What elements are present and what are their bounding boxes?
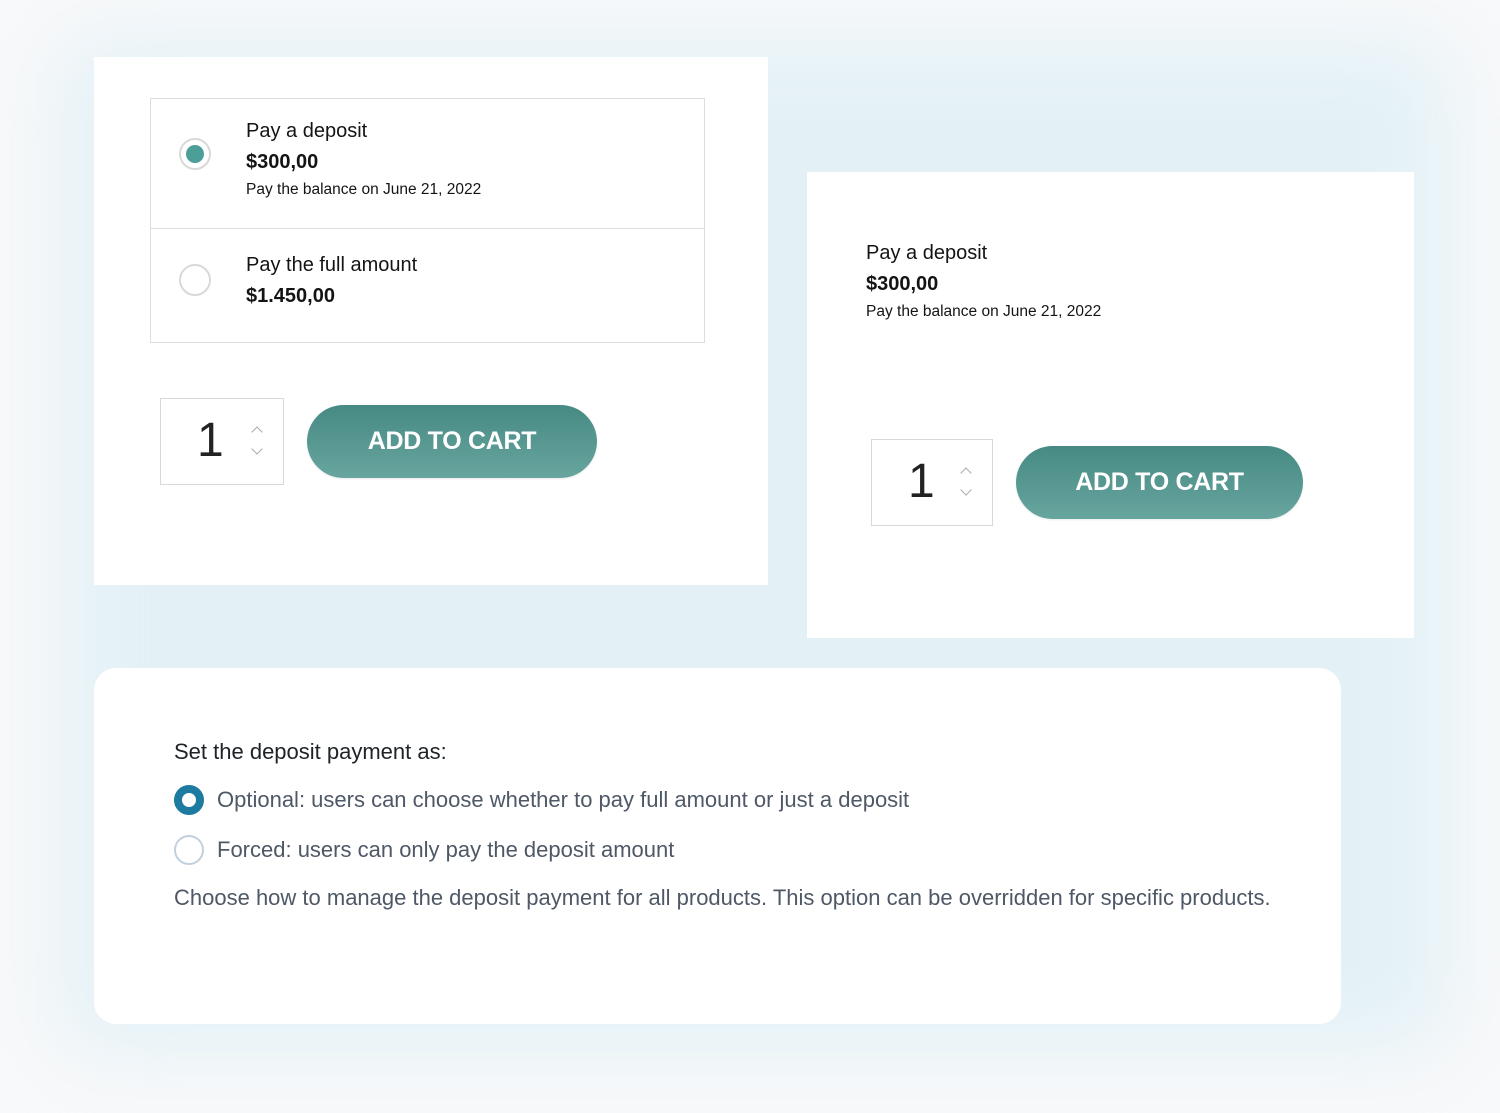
optional-deposit-preview-card: Pay a deposit $300,00 Pay the balance on… <box>94 57 768 585</box>
forced-deposit-preview-card: Pay a deposit $300,00 Pay the balance on… <box>807 172 1414 638</box>
pay-deposit-radio[interactable] <box>179 138 211 170</box>
decrement-chevron-down-icon[interactable] <box>249 443 265 457</box>
deposit-price: $300,00 <box>866 273 939 295</box>
option-title: Pay a deposit <box>246 120 368 142</box>
optional-radio[interactable] <box>174 785 204 815</box>
add-to-cart-button[interactable]: ADD TO CART <box>1016 446 1303 519</box>
increment-chevron-up-icon[interactable] <box>958 464 974 479</box>
option-price: $300,00 <box>246 151 319 173</box>
quantity-stepper[interactable]: 1 <box>871 439 993 526</box>
deposit-settings-panel: Set the deposit payment as: Optional: us… <box>94 668 1341 1024</box>
settings-heading: Set the deposit payment as: <box>174 739 447 764</box>
option-pay-deposit[interactable]: Pay a deposit $300,00 Pay the balance on… <box>151 99 704 228</box>
forced-label[interactable]: Forced: users can only pay the deposit a… <box>217 837 674 863</box>
option-title: Pay the full amount <box>246 254 418 276</box>
add-to-cart-button[interactable]: ADD TO CART <box>307 405 597 478</box>
payment-options-box: Pay a deposit $300,00 Pay the balance on… <box>150 98 705 343</box>
optional-label[interactable]: Optional: users can choose whether to pa… <box>217 787 909 813</box>
quantity-value[interactable]: 1 <box>197 413 224 469</box>
deposit-title: Pay a deposit <box>866 242 988 264</box>
forced-radio[interactable] <box>174 835 204 865</box>
decrement-chevron-down-icon[interactable] <box>958 484 974 498</box>
option-pay-full[interactable]: Pay the full amount $1.450,00 <box>151 228 704 342</box>
setting-option-optional[interactable]: Optional: users can choose whether to pa… <box>174 785 909 815</box>
quantity-stepper[interactable]: 1 <box>160 398 284 485</box>
settings-description: Choose how to manage the deposit payment… <box>174 885 1271 910</box>
balance-note: Pay the balance on June 21, 2022 <box>246 181 482 198</box>
increment-chevron-up-icon[interactable] <box>249 423 265 438</box>
pay-full-radio[interactable] <box>179 264 211 296</box>
option-price: $1.450,00 <box>246 285 335 307</box>
quantity-value[interactable]: 1 <box>908 454 935 510</box>
balance-note: Pay the balance on June 21, 2022 <box>866 303 1102 320</box>
setting-option-forced[interactable]: Forced: users can only pay the deposit a… <box>174 835 674 865</box>
